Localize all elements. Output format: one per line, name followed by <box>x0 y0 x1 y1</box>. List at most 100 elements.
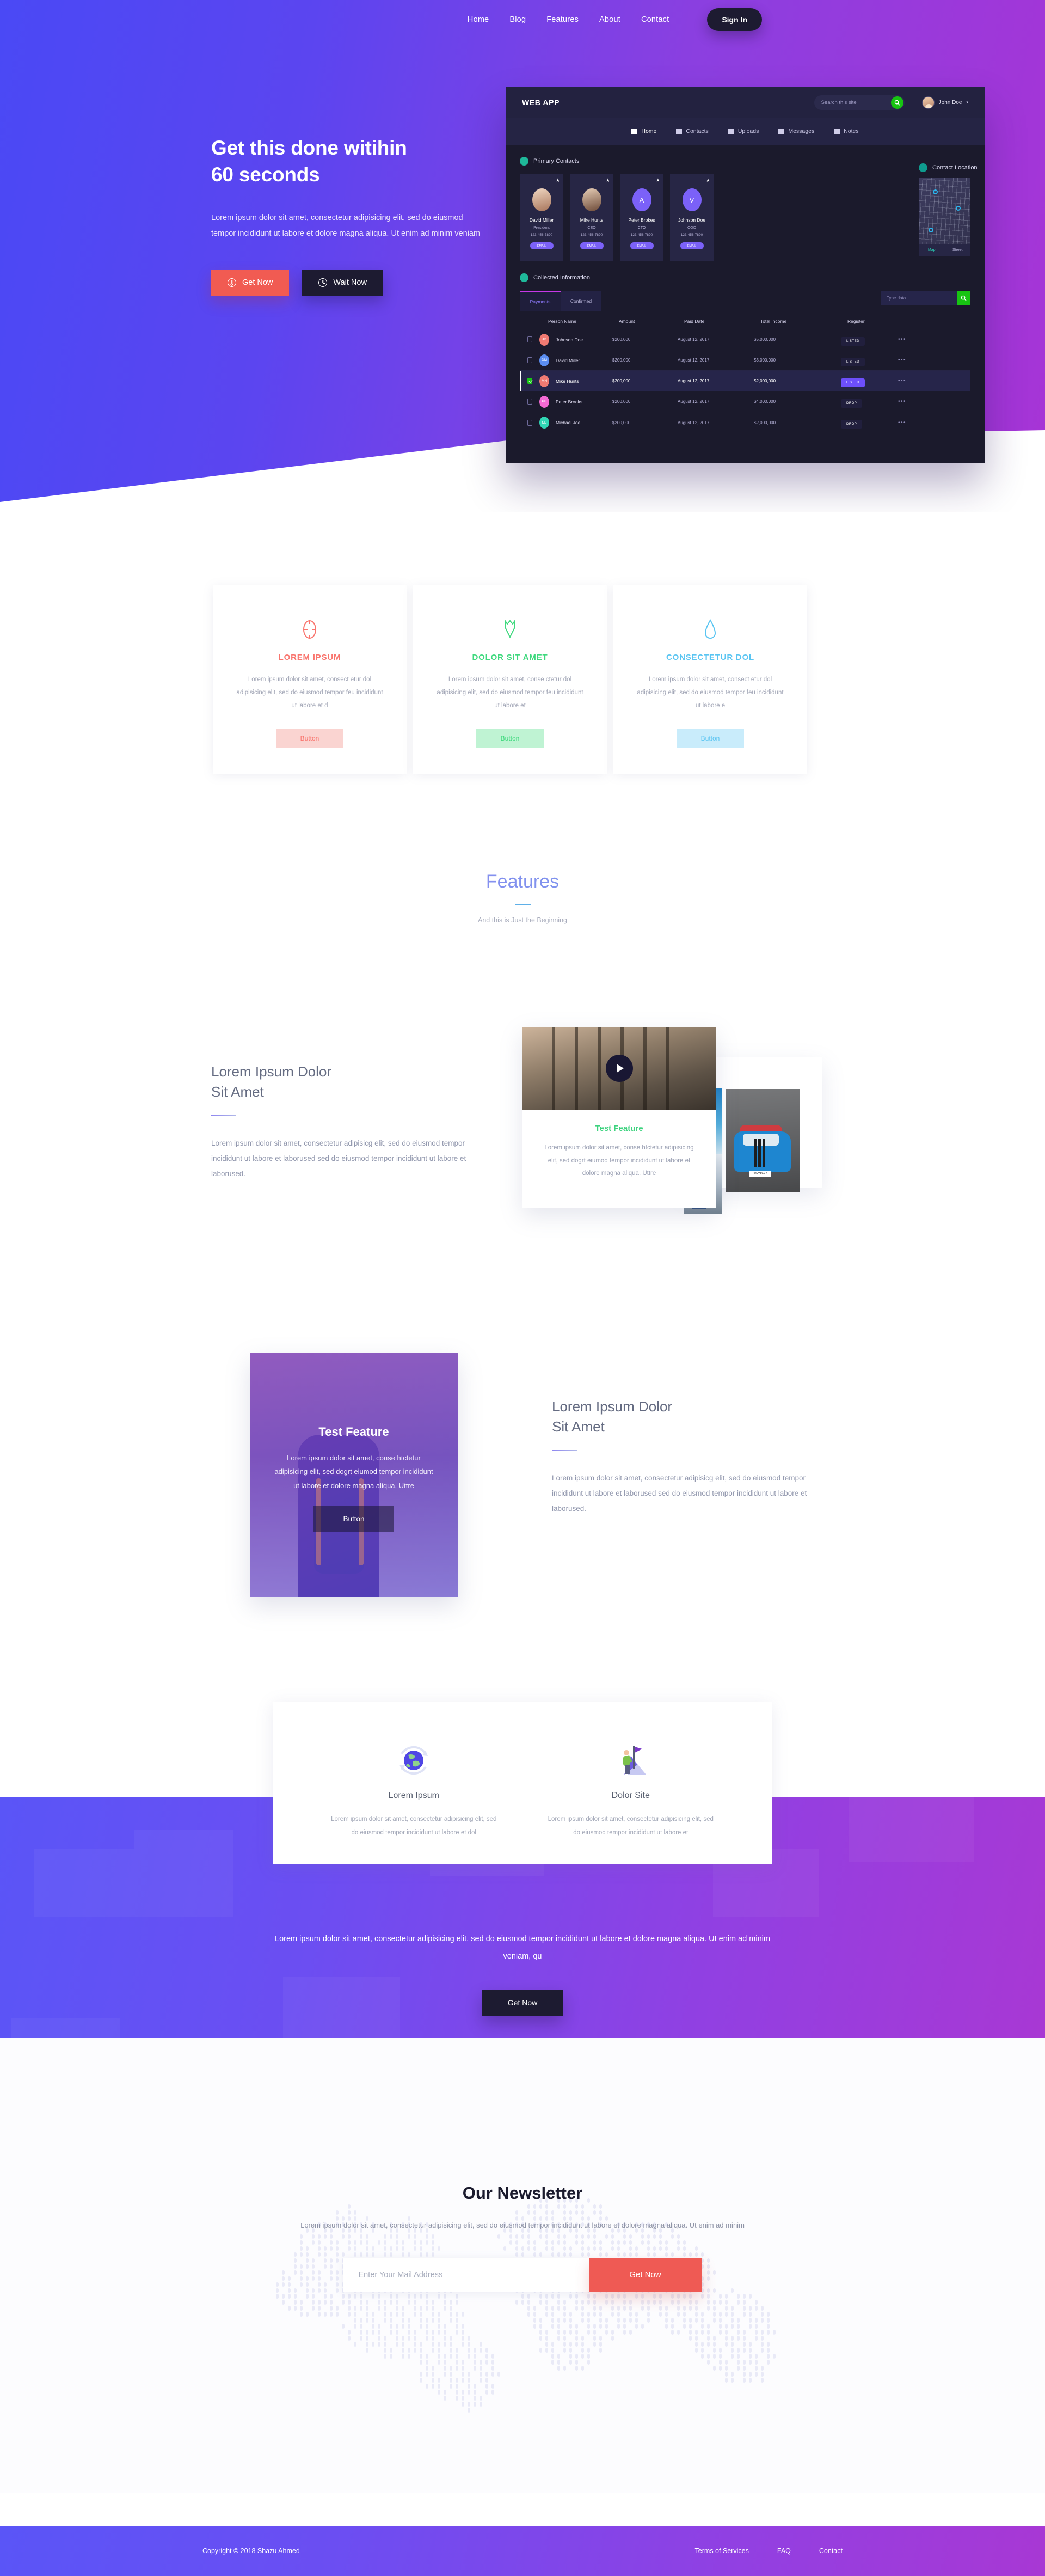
map-tab-street[interactable]: Street <box>944 244 970 256</box>
star-icon[interactable]: ★ <box>606 178 610 183</box>
search-icon[interactable] <box>957 291 970 305</box>
table-tabs: Payments Confirmed Type data <box>520 291 970 311</box>
footer-link-contact[interactable]: Contact <box>819 2547 843 2555</box>
nav-link-home[interactable]: Home <box>468 15 489 24</box>
feature-card-body: Lorem ipsum dolor sit amet, consect etur… <box>236 676 383 709</box>
nav-link-contact[interactable]: Contact <box>641 15 669 24</box>
footer: Copyright © 2018 Shazu Ahmed Terms of Se… <box>0 2526 1045 2576</box>
contact-card[interactable]: ★ David Miller President 123-456-7890 EM… <box>520 174 563 261</box>
nav-link-features[interactable]: Features <box>546 15 579 24</box>
contact-card[interactable]: ★ V Johnson Doe COO 123-456-7890 EMAIL <box>670 174 714 261</box>
contact-name: Johnson Doe <box>678 217 706 223</box>
map-tabs: Map Street <box>919 244 970 256</box>
search-icon[interactable] <box>890 96 903 109</box>
hero-get-now-button[interactable]: Get Now <box>211 270 290 296</box>
pair-cards-panel: Lorem Ipsum Lorem ipsum dolor sit amet, … <box>273 1702 772 1865</box>
collected-information-heading: Collected Information <box>520 273 970 282</box>
collected-information-label: Collected Information <box>533 274 590 281</box>
table-search-placeholder: Type data <box>887 295 906 301</box>
footer-link-faq[interactable]: FAQ <box>777 2547 791 2555</box>
nav-link-blog[interactable]: Blog <box>509 15 526 24</box>
contact-name: Mike Hunts <box>580 217 604 223</box>
table-tab-confirmed[interactable]: Confirmed <box>561 291 601 311</box>
cta-get-now-button[interactable]: Get Now <box>482 1989 563 2016</box>
car-plate: 11-YD-27 <box>749 1171 771 1177</box>
contact-email-button[interactable]: EMAIL <box>530 242 554 249</box>
row-amount: $200,000 <box>612 399 631 404</box>
newsletter-submit-button[interactable]: Get Now <box>588 2257 702 2292</box>
contact-cards: ★ David Miller President 123-456-7890 EM… <box>520 174 970 261</box>
row-checkbox[interactable] <box>527 399 532 405</box>
dashboard-user-menu[interactable]: John Doe ▾ <box>921 96 968 109</box>
column-amount[interactable]: Amount <box>619 319 684 324</box>
contact-card[interactable]: ★ A Peter Brokes CTO 123-456-7890 EMAIL <box>620 174 663 261</box>
row-checkbox[interactable] <box>527 419 532 426</box>
home-icon <box>631 128 638 134</box>
dashboard-nav-uploads[interactable]: Uploads <box>728 128 759 134</box>
dashboard-navbar: Home Contacts Uploads Messages Notes <box>506 118 985 145</box>
dashboard-search-input[interactable]: Search this site <box>814 95 905 110</box>
email-field[interactable] <box>343 2257 589 2292</box>
feature-card-button[interactable]: Button <box>276 729 343 748</box>
globe-icon <box>328 1733 500 1788</box>
table-row[interactable]: MJ Michael Joe $200,000 August 12, 2017 … <box>520 412 970 433</box>
row-name: Johnson Doe <box>556 336 583 342</box>
table-row[interactable]: PB Peter Brooks $200,000 August 12, 2017… <box>520 391 970 412</box>
column-paid-date[interactable]: Paid Date <box>684 319 760 324</box>
table-search-input[interactable]: Type data <box>881 291 970 305</box>
row-more-icon[interactable]: ••• <box>898 399 906 405</box>
contact-phone: 123-456-7890 <box>530 233 553 237</box>
contact-phone: 123-456-7890 <box>580 233 603 237</box>
row-checkbox[interactable] <box>527 336 532 342</box>
row-date: August 12, 2017 <box>678 399 710 404</box>
feature-card-lorem-ipsum: LOREM IPSUM Lorem ipsum dolor sit amet, … <box>213 585 407 774</box>
main-navigation: Home Blog Features About Contact Sign In <box>0 0 1045 39</box>
row-more-icon[interactable]: ••• <box>898 336 906 342</box>
contact-card[interactable]: ★ Mike Hunts CEO 123-456-7890 EMAIL <box>570 174 613 261</box>
row-more-icon[interactable]: ••• <box>898 378 906 384</box>
dashboard-nav-notes-label: Notes <box>844 128 859 134</box>
row-checkbox[interactable] <box>527 378 532 384</box>
star-icon[interactable]: ★ <box>656 178 660 183</box>
overlay-card-button[interactable]: Button <box>314 1506 394 1532</box>
dashboard-nav-home[interactable]: Home <box>631 128 656 134</box>
map-image[interactable] <box>919 178 970 244</box>
feature-card-title: LOREM IPSUM <box>278 653 341 662</box>
footer-link-terms[interactable]: Terms of Services <box>695 2547 749 2555</box>
table-tab-payments[interactable]: Payments <box>520 291 561 311</box>
row-more-icon[interactable]: ••• <box>898 357 906 363</box>
contact-email-button[interactable]: EMAIL <box>680 242 704 249</box>
signin-button[interactable]: Sign In <box>707 8 762 31</box>
table-row[interactable]: DM David Miller $200,000 August 12, 2017… <box>520 350 970 371</box>
table-icon <box>520 273 528 282</box>
row-amount: $200,000 <box>612 378 631 383</box>
contact-email-button[interactable]: EMAIL <box>630 242 654 249</box>
table-row[interactable]: JD Johnson Doe $200,000 August 12, 2017 … <box>520 329 970 350</box>
play-button[interactable] <box>605 1055 633 1082</box>
landing-page: Home Blog Features About Contact Sign In… <box>0 0 1045 2576</box>
contact-email-button[interactable]: EMAIL <box>580 242 604 249</box>
dashboard-nav-messages[interactable]: Messages <box>778 128 814 134</box>
dashboard-topbar: WEB APP Search this site John Doe ▾ <box>506 87 985 118</box>
pair-card-body: Lorem ipsum dolor sit amet, consectetur … <box>548 1816 714 1836</box>
star-icon[interactable]: ★ <box>706 178 710 183</box>
hero-section: Home Blog Features About Contact Sign In… <box>0 0 1045 512</box>
row-income: $4,000,000 <box>754 399 776 404</box>
contact-role: CTO <box>637 226 646 230</box>
table-row[interactable]: MH Mike Hunts $200,000 August 12, 2017 $… <box>520 371 970 391</box>
column-total-income[interactable]: Total Income <box>760 319 847 324</box>
feature-card-button[interactable]: Button <box>476 729 544 748</box>
row-checkbox[interactable] <box>527 357 532 363</box>
column-person-name[interactable]: Person Name <box>548 319 619 324</box>
feature-card-button[interactable]: Button <box>677 729 744 748</box>
hero-wait-now-button[interactable]: Wait Now <box>302 270 383 296</box>
nav-link-about[interactable]: About <box>599 15 620 24</box>
dashboard-nav-contacts[interactable]: Contacts <box>676 128 709 134</box>
star-icon[interactable]: ★ <box>556 178 560 183</box>
column-register[interactable]: Register <box>847 319 913 324</box>
dashboard-nav-notes[interactable]: Notes <box>834 128 859 134</box>
row-more-icon[interactable]: ••• <box>898 420 906 426</box>
location-pin-icon <box>919 163 927 172</box>
map-tab-map[interactable]: Map <box>919 244 945 256</box>
row-name: Peter Brooks <box>556 399 583 405</box>
